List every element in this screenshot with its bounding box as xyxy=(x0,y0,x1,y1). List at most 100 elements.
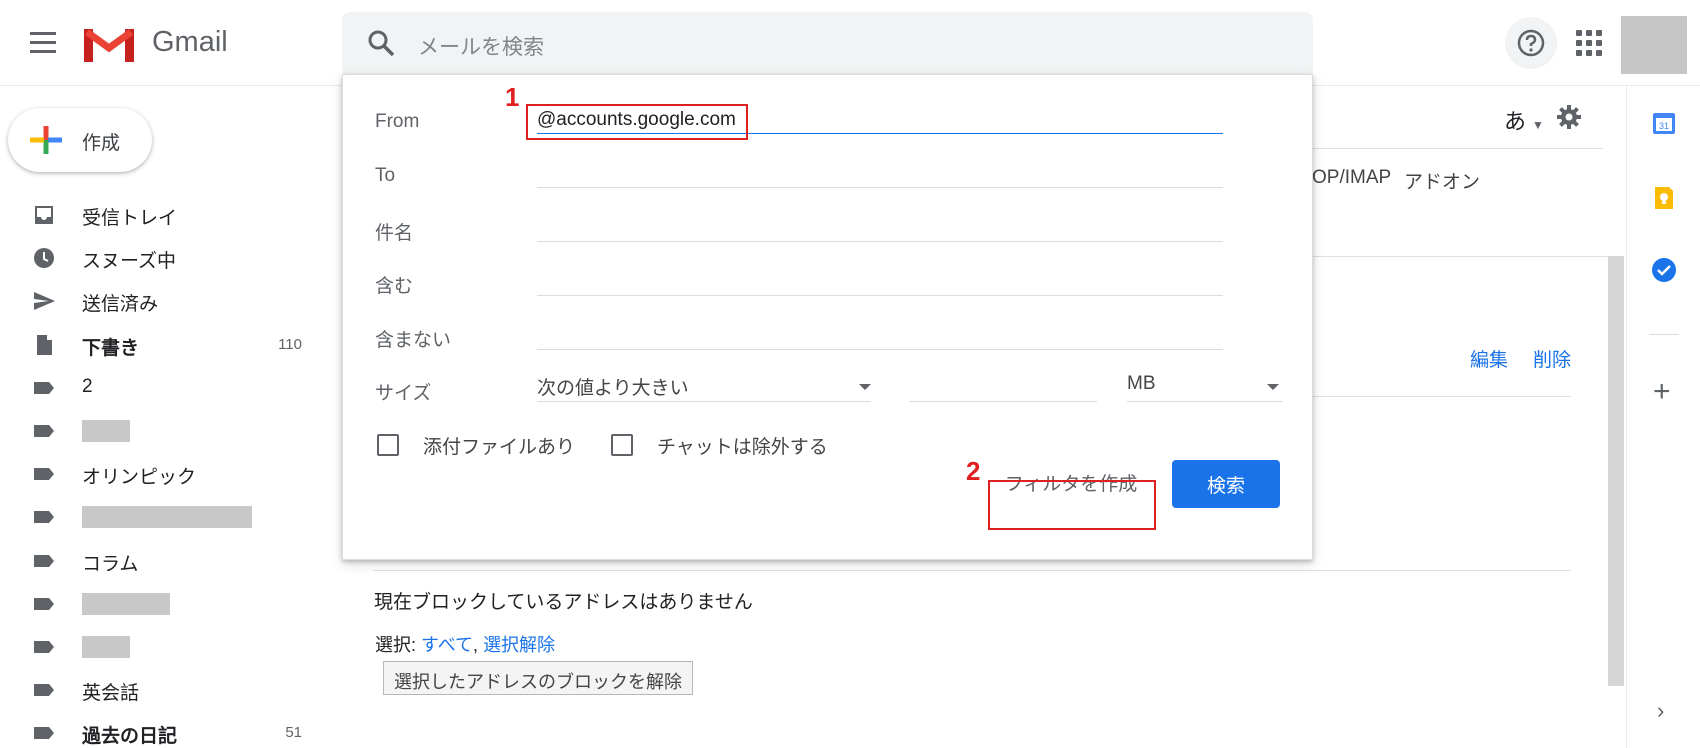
sidebar-item-label: 過去の日記 xyxy=(82,726,178,748)
redacted-label xyxy=(82,635,130,658)
size-comparator-value: 次の値より大きい xyxy=(537,378,689,399)
sidebar-item-redacted[interactable] xyxy=(0,409,320,452)
label-icon xyxy=(34,554,54,567)
gear-icon[interactable] xyxy=(1556,104,1582,130)
search-button[interactable]: 検索 xyxy=(1172,460,1280,508)
tasks-icon[interactable] xyxy=(1651,257,1677,283)
side-panel: 31 + › xyxy=(1626,86,1700,748)
dropdown-arrow-icon xyxy=(859,384,871,390)
annotation-box-from xyxy=(526,104,748,140)
calendar-icon[interactable]: 31 xyxy=(1651,110,1677,136)
sidebar-item-diary[interactable]: 過去の日記 51 xyxy=(0,711,320,748)
no-blocked-message: 現在ブロックしているアドレスはありません xyxy=(374,592,753,613)
divider xyxy=(1313,396,1571,397)
unread-count: 51 xyxy=(285,724,302,742)
clock-icon xyxy=(34,248,54,269)
sidebar-item-label-2[interactable]: 2 xyxy=(0,366,320,409)
sidebar-item-redacted[interactable] xyxy=(0,625,320,668)
unblock-selected-button[interactable]: 選択したアドレスのブロックを解除 xyxy=(383,661,693,695)
to-field[interactable] xyxy=(537,187,1223,188)
sidebar-item-column[interactable]: コラム xyxy=(0,539,320,582)
gmail-logo-icon[interactable] xyxy=(84,24,134,62)
add-addon-icon[interactable]: + xyxy=(1653,377,1671,407)
label-icon xyxy=(34,640,54,653)
delete-link[interactable]: 削除 xyxy=(1533,345,1571,372)
search-icon[interactable] xyxy=(366,28,396,58)
dropdown-arrow-icon xyxy=(1267,384,1279,390)
size-comparator-select[interactable]: 次の値より大きい xyxy=(537,373,871,400)
select-controls: 選択: すべて, 選択解除 xyxy=(375,631,555,657)
select-all-link[interactable]: すべて xyxy=(421,635,473,655)
size-unit-select[interactable]: MB xyxy=(1127,373,1279,395)
has-words-field[interactable] xyxy=(537,295,1223,296)
tab-addons[interactable]: アドオン xyxy=(1404,167,1480,194)
exclude-chats-checkbox[interactable] xyxy=(611,434,633,456)
main-menu-icon[interactable] xyxy=(30,32,56,54)
apps-grid-icon[interactable] xyxy=(1576,30,1602,56)
size-value-field[interactable] xyxy=(909,401,1097,402)
redacted-label xyxy=(82,419,130,442)
sidebar-item-label: オリンピック xyxy=(82,467,197,489)
to-label: To xyxy=(375,165,396,186)
inbox-icon xyxy=(35,206,53,224)
scrollbar[interactable] xyxy=(1608,256,1624,686)
compose-button[interactable]: 作成 xyxy=(8,108,152,172)
sidebar-nav: 受信トレイ スヌーズ中 送信済み 下書き 110 2 オリンピック コラム 英会… xyxy=(0,193,320,748)
divider xyxy=(1313,256,1613,257)
not-has-field[interactable] xyxy=(537,349,1223,350)
compose-label: 作成 xyxy=(82,133,121,154)
label-icon xyxy=(34,424,54,437)
has-attachment-checkbox[interactable] xyxy=(377,434,399,456)
label-icon xyxy=(34,727,54,740)
divider xyxy=(1649,334,1679,335)
sidebar-item-drafts[interactable]: 下書き 110 xyxy=(0,323,320,366)
search-input[interactable]: メールを検索 xyxy=(418,31,544,61)
sidebar-item-sent[interactable]: 送信済み xyxy=(0,279,320,322)
sidebar-item-snoozed[interactable]: スヌーズ中 xyxy=(0,236,320,279)
label-icon xyxy=(34,684,54,697)
sidebar-item-english[interactable]: 英会話 xyxy=(0,668,320,711)
chevron-down-icon: ▼ xyxy=(1532,118,1544,132)
subject-field[interactable] xyxy=(537,241,1223,242)
sidebar-item-redacted[interactable] xyxy=(0,495,320,538)
sidebar-item-label: 下書き xyxy=(82,337,140,359)
subject-label: 件名 xyxy=(375,223,414,244)
sidebar-item-label: 2 xyxy=(82,375,93,397)
search-bar[interactable]: メールを検索 xyxy=(342,12,1313,74)
chevron-right-icon[interactable]: › xyxy=(1657,698,1664,724)
sidebar-item-label: コラム xyxy=(82,553,139,575)
draft-icon xyxy=(37,334,52,355)
size-unit-value: MB xyxy=(1127,373,1156,394)
sidebar-item-label: 送信済み xyxy=(82,294,159,316)
sidebar-item-label: 受信トレイ xyxy=(82,208,178,229)
size-label: サイズ xyxy=(375,383,432,404)
search-options-panel: From @accounts.google.com To 件名 含む 含まない … xyxy=(342,74,1313,560)
select-prefix: 選択: xyxy=(375,635,422,655)
sidebar-item-redacted[interactable] xyxy=(0,582,320,625)
select-none-link[interactable]: 選択解除 xyxy=(483,635,555,655)
svg-text:31: 31 xyxy=(1659,121,1669,131)
annotation-number-2: 2 xyxy=(966,456,981,486)
divider xyxy=(537,401,871,402)
sidebar-item-label: 英会話 xyxy=(82,683,140,705)
divider xyxy=(1313,148,1603,149)
label-icon xyxy=(34,511,54,524)
annotation-box-filter xyxy=(988,480,1156,530)
help-button[interactable] xyxy=(1505,17,1557,69)
input-tools-button[interactable]: あ ▼ xyxy=(1504,104,1544,136)
annotation-number-1: 1 xyxy=(505,82,520,112)
app-name: Gmail xyxy=(152,26,228,58)
edit-link[interactable]: 編集 xyxy=(1470,345,1508,372)
sidebar-item-inbox[interactable]: 受信トレイ xyxy=(0,193,320,236)
sidebar-item-olympic[interactable]: オリンピック xyxy=(0,452,320,495)
label-icon xyxy=(34,468,54,481)
avatar[interactable] xyxy=(1621,16,1687,74)
sidebar-item-label: スヌーズ中 xyxy=(82,251,177,273)
tab-pop-imap[interactable]: OP/IMAP xyxy=(1312,167,1391,189)
redacted-label xyxy=(82,506,252,529)
keep-icon[interactable] xyxy=(1651,185,1677,211)
plus-icon xyxy=(30,126,62,154)
not-has-label: 含まない xyxy=(375,330,452,351)
redacted-label xyxy=(82,592,170,615)
label-icon xyxy=(34,381,54,394)
